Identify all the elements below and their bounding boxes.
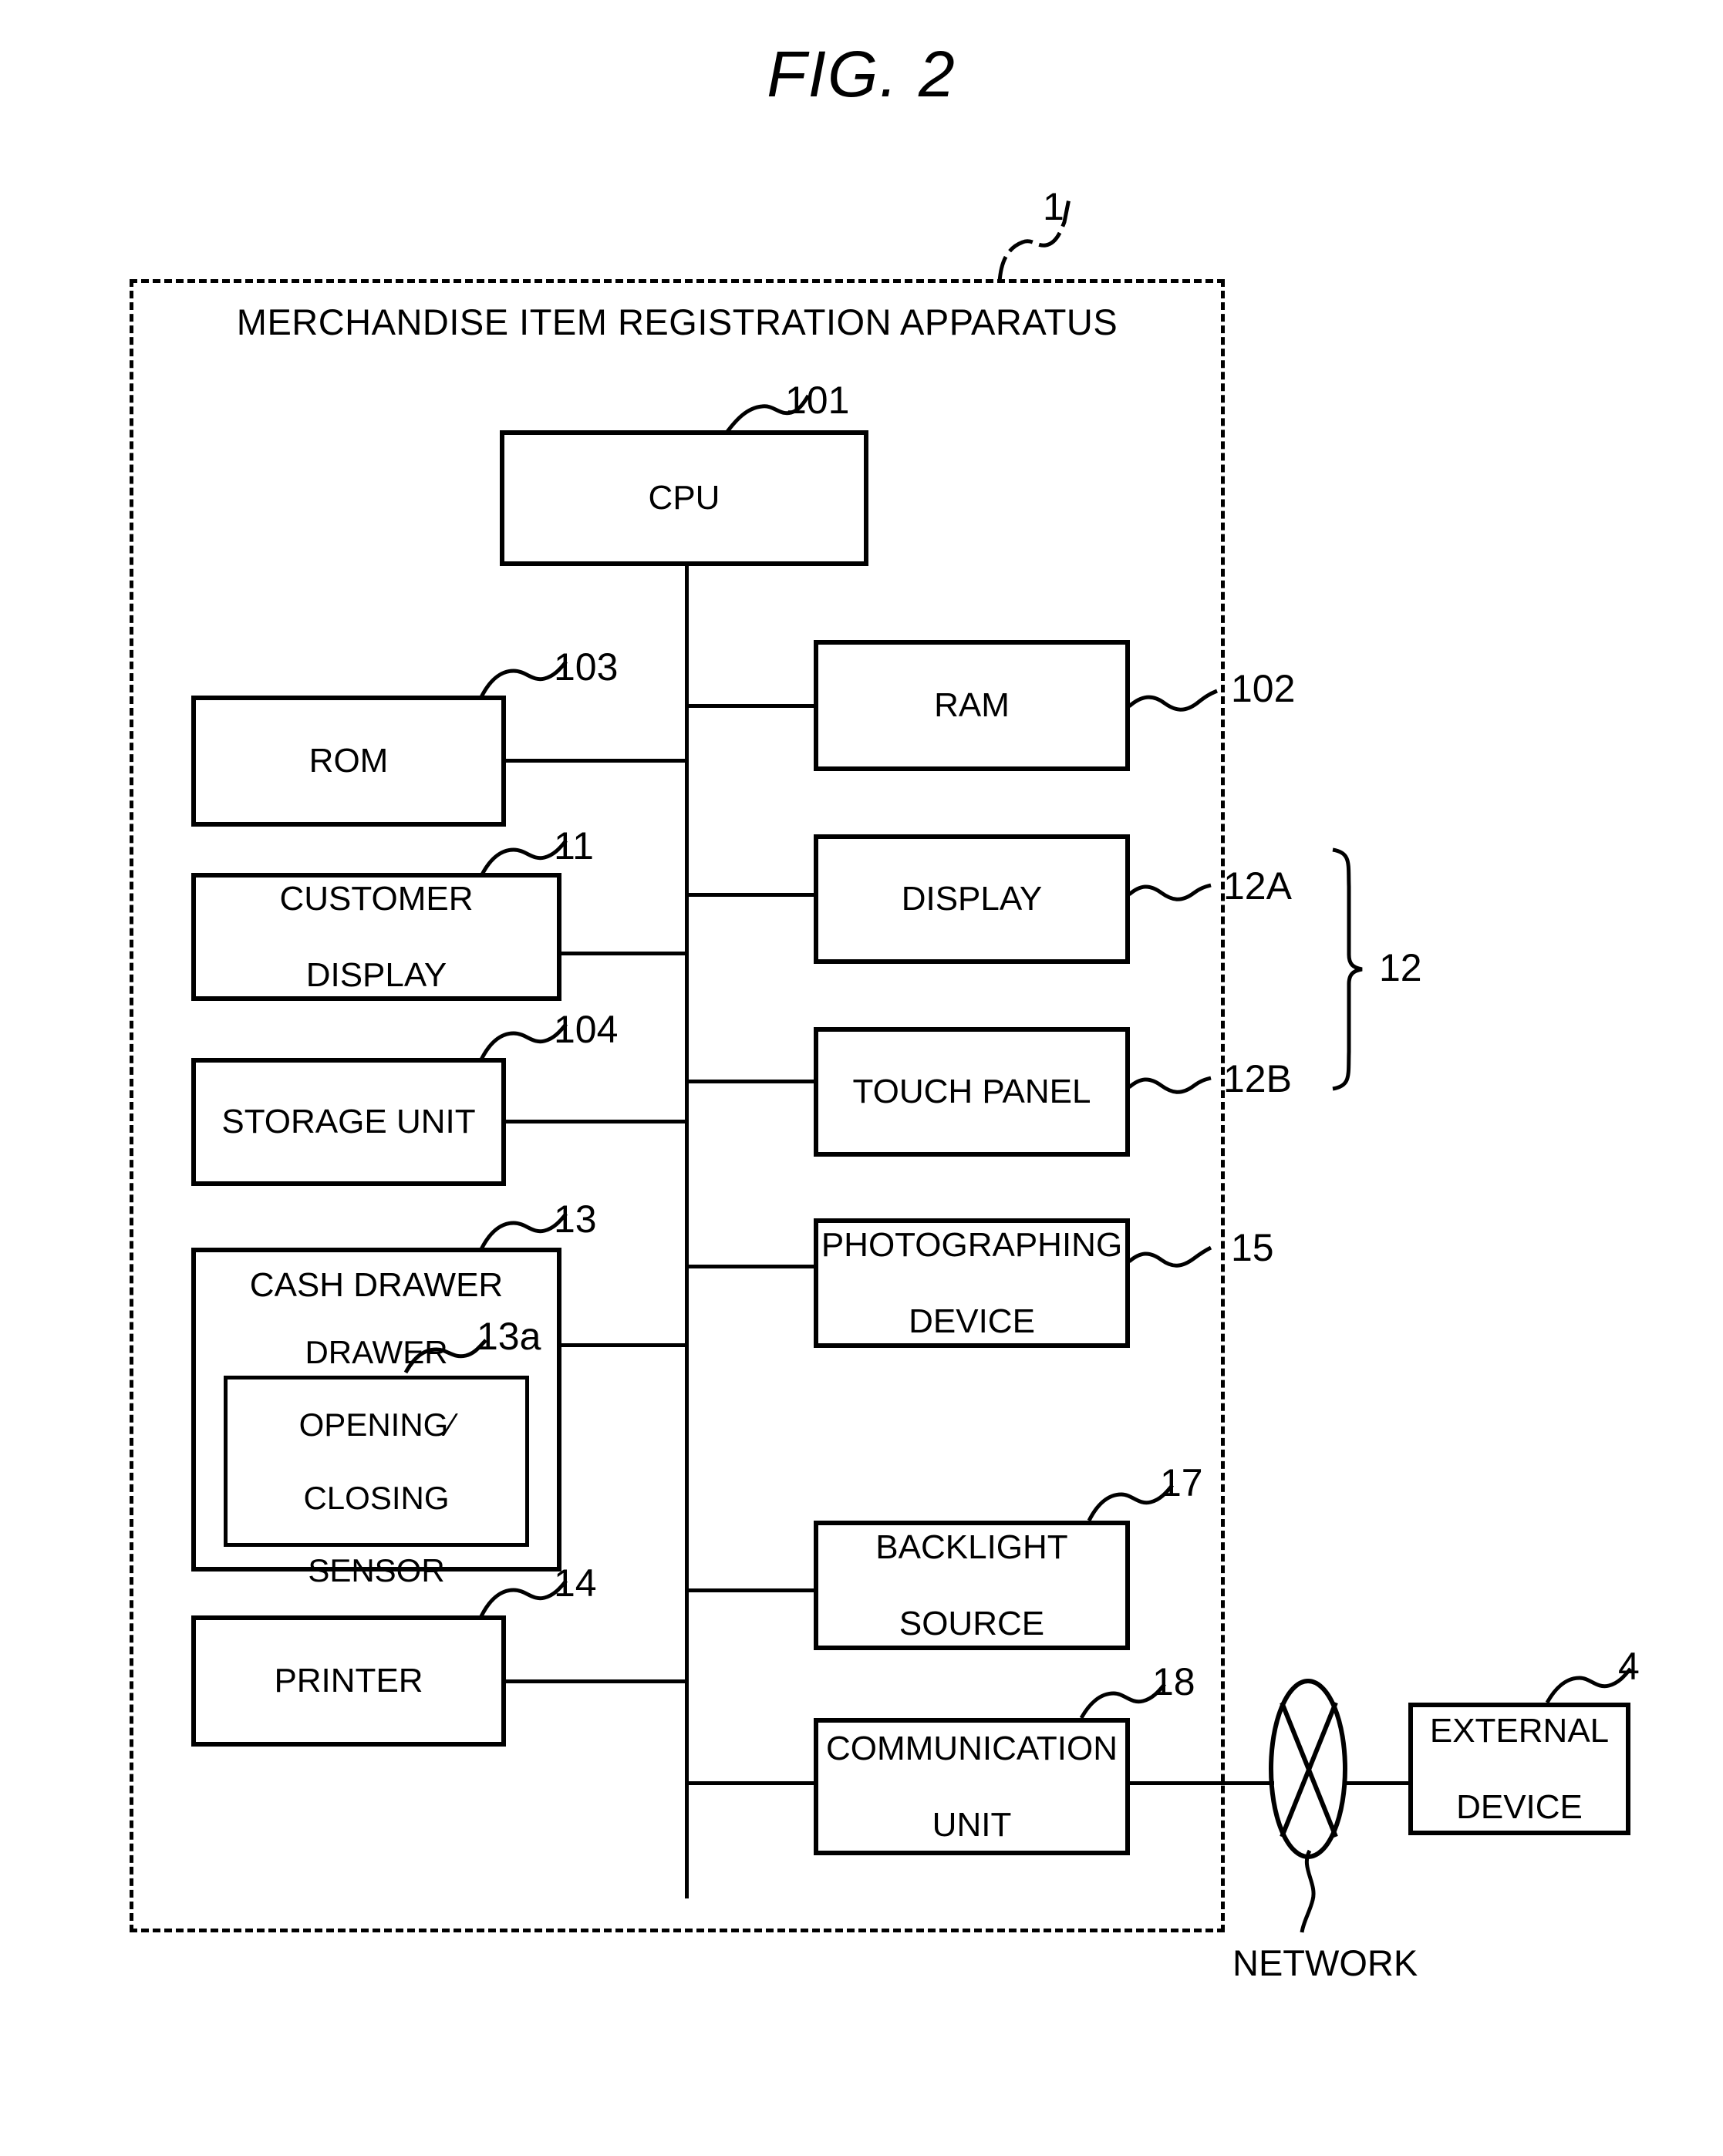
figure-title: FIG. 2 [767, 38, 956, 110]
block-printer-label: PRINTER [274, 1662, 423, 1700]
block-communication-unit: COMMUNICATION UNIT [814, 1718, 1130, 1855]
communication-unit-line1: COMMUNICATION [825, 1730, 1118, 1768]
leader-squiggle-photographing-device [1128, 1240, 1212, 1278]
bus-branch-ram [685, 704, 816, 708]
system-bus [685, 565, 689, 1898]
ref-numeral-storage-unit: 104 [554, 1008, 619, 1051]
apparatus-title: MERCHANDISE ITEM REGISTRATION APPARATUS [236, 302, 1118, 342]
photographing-device-line1: PHOTOGRAPHING [821, 1226, 1123, 1265]
customer-display-line1: CUSTOMER [279, 880, 474, 918]
block-photographing-device: PHOTOGRAPHING DEVICE [814, 1218, 1130, 1348]
block-display-label: DISPLAY [901, 880, 1043, 918]
ref-numeral-cash-drawer: 13 [554, 1198, 597, 1241]
ref-numeral-touch-panel: 12B [1223, 1057, 1292, 1100]
leader-squiggle-ram [1128, 685, 1220, 731]
ref-numeral-apparatus: 1 [1043, 185, 1064, 228]
drawer-sensor-line4: SENSOR [308, 1551, 445, 1588]
bus-branch-cash-drawer [558, 1343, 688, 1347]
block-cpu-label: CPU [648, 479, 720, 517]
ref-numeral-photographing-device: 15 [1231, 1226, 1274, 1269]
block-photographing-device-label: PHOTOGRAPHING DEVICE [809, 1226, 1135, 1340]
bus-branch-photographing-device [685, 1265, 816, 1268]
block-storage-unit-label: STORAGE UNIT [221, 1103, 476, 1141]
link-communication-to-network [1128, 1781, 1274, 1785]
customer-display-line2: DISPLAY [305, 955, 447, 994]
bus-branch-storage-unit [503, 1120, 688, 1123]
display-group-brace [1325, 847, 1371, 1092]
bus-branch-rom [503, 759, 688, 763]
external-device-line1: EXTERNAL [1429, 1712, 1610, 1750]
ref-numeral-external-device: 4 [1618, 1645, 1640, 1688]
network-label: NETWORK [1232, 1942, 1418, 1983]
block-drawer-opening-closing-sensor: DRAWER OPENING∕ CLOSING SENSOR [224, 1334, 529, 1588]
block-external-device: EXTERNAL DEVICE [1408, 1703, 1630, 1835]
external-device-line2: DEVICE [1456, 1787, 1583, 1826]
block-ram: RAM [814, 640, 1130, 771]
block-external-device-label: EXTERNAL DEVICE [1418, 1712, 1621, 1826]
block-cash-drawer-label: CASH DRAWER [249, 1266, 504, 1304]
bus-branch-backlight-source [685, 1588, 816, 1592]
bus-branch-communication-unit [685, 1781, 816, 1785]
block-printer: PRINTER [191, 1615, 506, 1747]
ref-numeral-ram: 102 [1231, 667, 1296, 710]
backlight-source-line1: BACKLIGHT [875, 1528, 1068, 1567]
drawer-sensor-line3: CLOSING [303, 1479, 450, 1516]
network-symbol-icon [1266, 1678, 1356, 1866]
block-backlight-source: BACKLIGHT SOURCE [814, 1521, 1130, 1650]
bus-branch-touch-panel [685, 1080, 816, 1083]
block-customer-display: CUSTOMER DISPLAY [191, 873, 561, 1001]
ref-numeral-communication-unit: 18 [1152, 1660, 1195, 1703]
leader-squiggle-network [1286, 1849, 1340, 1934]
block-backlight-source-label: BACKLIGHT SOURCE [863, 1528, 1080, 1642]
ref-numeral-cpu: 101 [785, 379, 850, 422]
leader-squiggle-touch-panel [1128, 1070, 1212, 1109]
bus-branch-display [685, 893, 816, 897]
communication-unit-line2: UNIT [932, 1805, 1012, 1844]
ref-numeral-customer-display: 11 [554, 824, 594, 867]
bus-branch-printer [503, 1679, 688, 1683]
ref-numeral-drawer-sensor: 13a [477, 1315, 541, 1358]
block-cpu: CPU [500, 430, 868, 566]
block-storage-unit: STORAGE UNIT [191, 1058, 506, 1186]
bus-branch-customer-display [558, 952, 688, 955]
block-rom: ROM [191, 696, 506, 827]
ref-numeral-display: 12A [1223, 864, 1292, 908]
patent-figure-page: FIG. 2 MERCHANDISE ITEM REGISTRATION APP… [0, 0, 1723, 2156]
block-ram-label: RAM [934, 686, 1010, 725]
ref-numeral-backlight-source: 17 [1160, 1461, 1203, 1504]
backlight-source-line2: SOURCE [899, 1604, 1045, 1642]
ref-numeral-printer: 14 [554, 1561, 597, 1605]
ref-numeral-rom: 103 [554, 645, 619, 689]
block-rom-label: ROM [309, 742, 389, 780]
drawer-sensor-line2: OPENING∕ [298, 1406, 454, 1444]
block-customer-display-label: CUSTOMER DISPLAY [268, 880, 486, 994]
ref-numeral-display-group: 12 [1379, 946, 1422, 989]
photographing-device-line2: DEVICE [909, 1302, 1035, 1340]
leader-squiggle-display [1128, 878, 1212, 916]
block-display: DISPLAY [814, 834, 1130, 964]
block-communication-unit-label: COMMUNICATION UNIT [814, 1730, 1130, 1844]
block-touch-panel-label: TOUCH PANEL [852, 1073, 1091, 1111]
block-touch-panel: TOUCH PANEL [814, 1027, 1130, 1157]
